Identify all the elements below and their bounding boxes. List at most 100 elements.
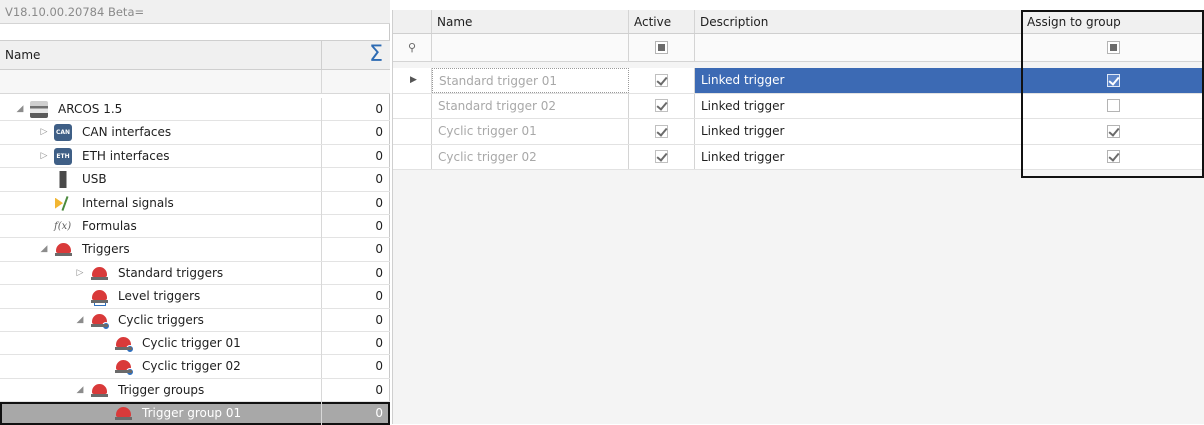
expander-icon[interactable]: ◢ — [74, 379, 86, 401]
tree-item-label: Internal signals — [82, 195, 174, 210]
cell-active[interactable] — [629, 93, 695, 118]
expander-icon[interactable]: ◢ — [14, 98, 26, 120]
cell-name[interactable]: Cyclic trigger 02 — [432, 144, 629, 169]
column-header-active[interactable]: Active — [629, 10, 695, 33]
tree-item-label: Cyclic triggers — [118, 312, 204, 327]
tree-item-label: Cyclic trigger 02 — [142, 359, 241, 374]
eth-icon: ETH — [54, 147, 72, 165]
expander-icon[interactable]: ▷ — [38, 145, 50, 167]
row-indicator[interactable] — [393, 93, 432, 118]
formula-icon: f(x) — [54, 220, 72, 232]
cell-name[interactable]: Standard trigger 01 — [432, 68, 629, 93]
row-indicator[interactable]: ▶ — [393, 68, 432, 93]
cell-assign-to-group[interactable] — [1022, 145, 1204, 170]
filter-active-checkbox[interactable] — [655, 41, 668, 54]
tree-item-label: Level triggers — [118, 289, 201, 304]
tree-item-count: 0 — [321, 308, 389, 332]
tree-item-count: 0 — [321, 261, 389, 285]
column-header-name[interactable]: Name — [432, 10, 629, 33]
tree-item-count: 0 — [321, 238, 389, 262]
tree-item[interactable]: Internal signals 0 — [0, 191, 390, 215]
tree-item[interactable]: ◢ Cyclic triggers 0 — [0, 308, 390, 332]
cell-description[interactable]: Linked trigger — [695, 93, 1022, 118]
expander-icon[interactable]: ▷ — [38, 121, 50, 143]
tree-item-label: Standard triggers — [118, 265, 224, 280]
row-indicator[interactable] — [393, 119, 432, 144]
tree-item[interactable]: ◢ ARCOS 1.5 0 — [0, 98, 390, 122]
expander-icon[interactable]: ◢ — [74, 309, 86, 331]
tree-item-count: 0 — [321, 98, 389, 121]
active-checkbox[interactable] — [655, 73, 668, 87]
cell-assign-to-group[interactable] — [1022, 68, 1204, 93]
tree-item-count: 0 — [321, 331, 389, 355]
assign-to-group-checkbox[interactable] — [1107, 73, 1120, 87]
cell-assign-to-group[interactable] — [1022, 119, 1204, 144]
tree-item-label: ETH interfaces — [82, 148, 170, 163]
cell-active[interactable] — [629, 68, 695, 93]
table-row[interactable]: Cyclic trigger 01 Linked trigger — [393, 119, 1204, 145]
grid-header: Name Active Description Assign to group — [393, 10, 1204, 34]
table-row[interactable]: Cyclic trigger 02 Linked trigger — [393, 144, 1204, 170]
sum-icon[interactable]: Σ — [321, 41, 389, 69]
grid-filter-row: ⚲ — [393, 34, 1204, 62]
tree-item[interactable]: ▷ Standard triggers 0 — [0, 261, 390, 286]
assign-to-group-checkbox[interactable] — [1107, 124, 1120, 138]
cyclic-trigger-icon — [90, 312, 110, 330]
filter-assign[interactable] — [1022, 34, 1204, 61]
filter-description[interactable] — [695, 34, 1022, 61]
cell-name[interactable]: Standard trigger 02 — [432, 93, 629, 118]
tree-item[interactable]: ◢ Trigger groups 0 — [0, 378, 390, 403]
trigger-icon — [54, 241, 72, 258]
active-checkbox[interactable] — [655, 150, 668, 164]
tree-item-label: ARCOS 1.5 — [58, 102, 123, 116]
assign-to-group-checkbox[interactable] — [1107, 150, 1120, 164]
navigator-pane: V18.10.00.20784 Beta= Name Σ ◢ ARCOS 1.5 0… — [0, 0, 390, 425]
tree-item[interactable]: ◢ Triggers 0 — [0, 238, 390, 262]
tree-item-label: Formulas — [82, 218, 137, 233]
tree-header-name[interactable]: Name — [5, 41, 40, 69]
table-row[interactable]: ▶ Standard trigger 01 Linked trigger — [393, 68, 1204, 94]
column-header-assign-to-group[interactable]: Assign to group — [1022, 10, 1204, 33]
trigger-group-icon — [114, 405, 132, 422]
table-row[interactable]: Standard trigger 02 Linked trigger — [393, 93, 1204, 119]
expander-icon[interactable]: ◢ — [38, 238, 50, 260]
tree-item-count: 0 — [321, 285, 389, 309]
current-row-arrow-icon: ▶ — [410, 75, 417, 85]
tree-header: Name Σ — [0, 40, 390, 70]
filter-active[interactable] — [629, 34, 695, 61]
tree-item[interactable]: USB 0 — [0, 168, 390, 192]
cell-description[interactable]: Linked trigger — [695, 68, 1022, 93]
expander-icon[interactable]: ▷ — [74, 262, 86, 284]
tree-item-count: 0 — [321, 402, 389, 425]
tree-view[interactable]: ◢ ARCOS 1.5 0 ▷ CAN CAN interfaces 0 ▷ ETH ETH in… — [0, 98, 390, 425]
tree-item[interactable]: ▷ CAN CAN interfaces 0 — [0, 121, 390, 145]
cell-description[interactable]: Linked trigger — [695, 144, 1022, 169]
assign-to-group-checkbox[interactable] — [1107, 99, 1120, 113]
tree-filter-row[interactable] — [0, 70, 390, 94]
filter-pin-icon[interactable]: ⚲ — [393, 34, 432, 61]
tree-item[interactable]: Trigger group 01 0 — [0, 402, 390, 425]
column-header-description[interactable]: Description — [695, 10, 1022, 33]
tree-item-label: Triggers — [82, 242, 130, 257]
row-indicator[interactable] — [393, 144, 432, 169]
tree-item[interactable]: f(x) Formulas 0 — [0, 214, 390, 239]
filter-assign-checkbox[interactable] — [1107, 41, 1120, 54]
cell-active[interactable] — [629, 119, 695, 144]
tree-item[interactable]: Cyclic trigger 02 0 — [0, 355, 390, 379]
cell-active[interactable] — [629, 144, 695, 169]
level-trigger-icon — [90, 288, 108, 307]
filter-name[interactable] — [432, 34, 629, 61]
cell-assign-to-group[interactable] — [1022, 94, 1204, 119]
cell-name[interactable]: Cyclic trigger 01 — [432, 119, 629, 144]
tree-item-label: CAN interfaces — [82, 125, 172, 140]
tree-item[interactable]: Level triggers 0 — [0, 285, 390, 309]
active-checkbox[interactable] — [655, 124, 668, 138]
can-icon: CAN — [54, 124, 72, 142]
trigger-icon — [90, 265, 108, 282]
tree-item-count: 0 — [321, 121, 389, 145]
cyclic-trigger-icon — [114, 335, 134, 353]
cell-description[interactable]: Linked trigger — [695, 119, 1022, 144]
active-checkbox[interactable] — [655, 99, 668, 113]
tree-item[interactable]: Cyclic trigger 01 0 — [0, 331, 390, 356]
tree-item[interactable]: ▷ ETH ETH interfaces 0 — [0, 144, 390, 169]
